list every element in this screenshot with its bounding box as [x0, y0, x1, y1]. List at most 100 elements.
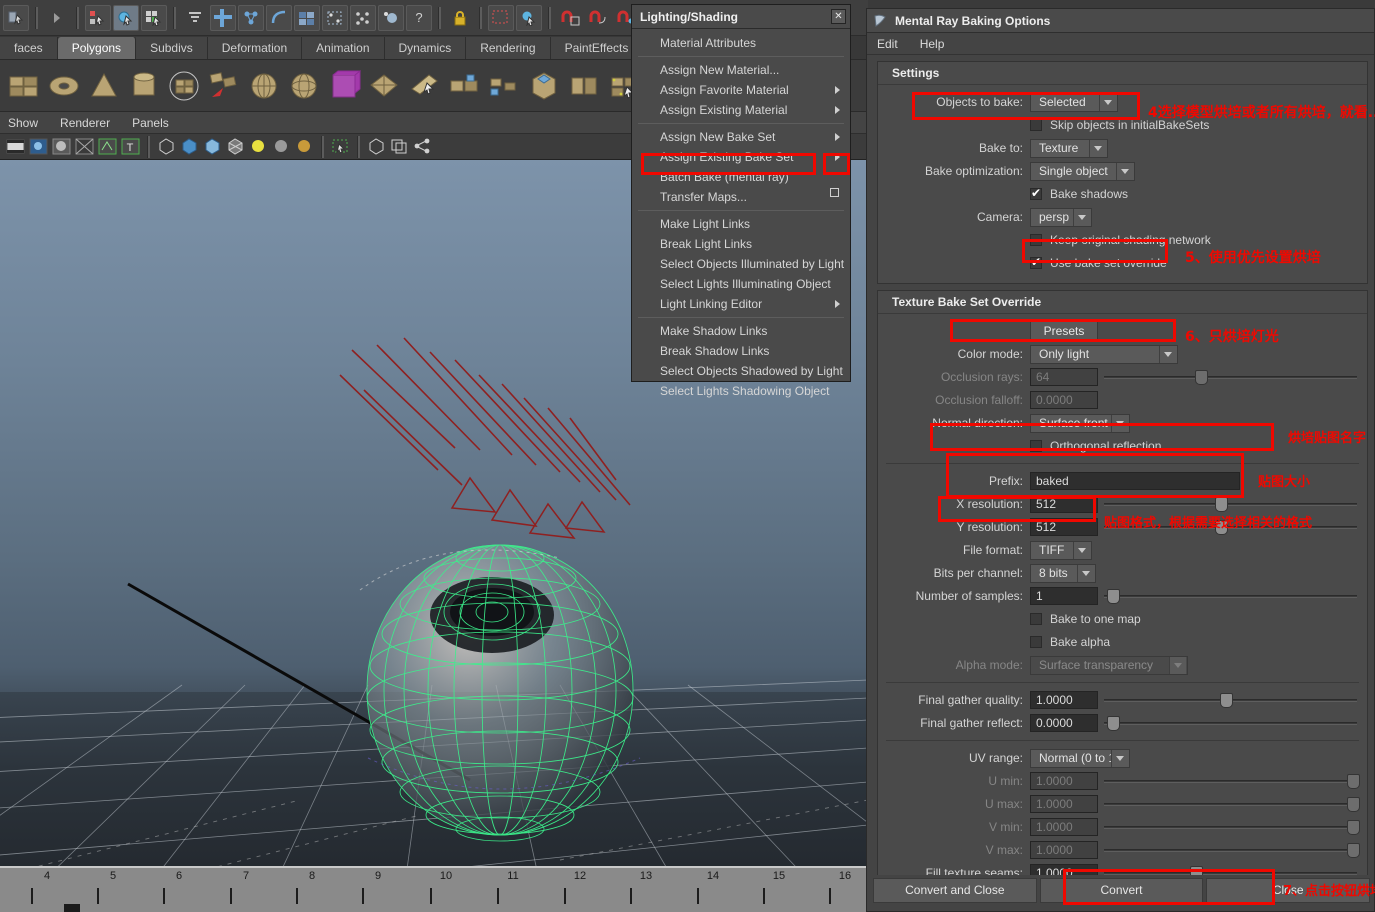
poly-torus-icon[interactable]: [47, 69, 81, 103]
text-overlay-icon[interactable]: T: [121, 137, 140, 156]
u-max-field[interactable]: 1.0000: [1030, 795, 1098, 813]
chevron-down-icon[interactable]: [1116, 163, 1133, 180]
snap-curve-icon[interactable]: [322, 5, 348, 31]
u-max-slider[interactable]: [1104, 796, 1357, 812]
menu-item-transfer-maps[interactable]: Transfer Maps...: [632, 187, 850, 207]
snap-point-icon[interactable]: [350, 5, 376, 31]
close-icon[interactable]: ✕: [831, 9, 846, 24]
share-node-icon[interactable]: [413, 137, 432, 156]
final-gather-reflect-slider[interactable]: [1104, 715, 1357, 731]
film-gate-icon[interactable]: [6, 137, 25, 156]
isolate-select-icon[interactable]: [367, 137, 386, 156]
chevron-down-icon[interactable]: [1099, 94, 1116, 111]
light-all-icon[interactable]: [295, 137, 314, 156]
normal-direction-dropdown[interactable]: Surface front: [1030, 414, 1130, 433]
poly-extrude-icon[interactable]: [367, 69, 401, 103]
panel-menu-show[interactable]: Show: [8, 116, 38, 130]
file-format-dropdown[interactable]: TIFF: [1030, 541, 1092, 560]
wireframe-on-shaded-icon[interactable]: [226, 137, 245, 156]
poly-bevel-icon[interactable]: [407, 69, 441, 103]
time-slider[interactable]: 4 5 6 7 8 9 10 11 12 13 14 15 16: [0, 866, 868, 912]
scale-tool-icon[interactable]: [266, 5, 292, 31]
move-tool-icon[interactable]: [210, 5, 236, 31]
v-max-slider[interactable]: [1104, 842, 1357, 858]
objects-to-bake-dropdown[interactable]: Selected: [1030, 93, 1118, 112]
menu-item-select-lights-shadowing[interactable]: Select Lights Shadowing Object: [632, 381, 850, 401]
bake-to-one-map-checkbox[interactable]: [1030, 613, 1042, 625]
poly-combine-icon[interactable]: [207, 69, 241, 103]
u-min-field[interactable]: 1.0000: [1030, 772, 1098, 790]
bake-optimization-dropdown[interactable]: Single object: [1030, 162, 1135, 181]
poly-merge-icon[interactable]: [447, 69, 481, 103]
chevron-down-icon[interactable]: [1111, 750, 1128, 767]
select-component-icon[interactable]: [141, 5, 167, 31]
mental-ray-baking-options-window[interactable]: Mental Ray Baking Options Edit Help Sett…: [866, 8, 1375, 912]
baking-options-scroll[interactable]: Settings Objects to bake: Selected Skip …: [867, 55, 1374, 875]
v-min-slider[interactable]: [1104, 819, 1357, 835]
v-min-field[interactable]: 1.0000: [1030, 818, 1098, 836]
v-max-field[interactable]: 1.0000: [1030, 841, 1098, 859]
fill-texture-seams-slider[interactable]: [1104, 865, 1357, 875]
shelf-tab-painteffects[interactable]: PaintEffects: [551, 37, 644, 59]
lock-icon[interactable]: [447, 5, 473, 31]
u-min-slider[interactable]: [1104, 773, 1357, 789]
xray-icon[interactable]: [98, 137, 117, 156]
bake-shadows-checkbox[interactable]: [1030, 188, 1042, 200]
poly-cube-icon[interactable]: [527, 69, 561, 103]
x-resolution-field[interactable]: 512: [1030, 495, 1098, 513]
presets-button[interactable]: Presets: [1030, 321, 1098, 341]
alpha-mode-dropdown[interactable]: Surface transparency: [1030, 656, 1188, 675]
magnet-grid-icon[interactable]: [557, 5, 583, 31]
poly-cone-icon[interactable]: [87, 69, 121, 103]
poly-sphere-smooth-icon[interactable]: [287, 69, 321, 103]
x-resolution-slider[interactable]: [1104, 496, 1357, 512]
poly-sphere-select-icon[interactable]: [167, 69, 201, 103]
orthogonal-reflection-checkbox[interactable]: [1030, 440, 1042, 452]
help-icon[interactable]: ?: [406, 5, 432, 31]
smooth-shading-icon[interactable]: [180, 137, 199, 156]
poly-cylinder-icon[interactable]: [127, 69, 161, 103]
bits-per-channel-dropdown[interactable]: 8 bits: [1030, 564, 1096, 583]
menu-item-material-attributes[interactable]: Material Attributes: [632, 33, 850, 53]
convert-button[interactable]: Convert: [1040, 878, 1204, 903]
poly-plane-icon[interactable]: [7, 69, 41, 103]
lighting-shading-items[interactable]: Material Attributes Assign New Material.…: [632, 29, 850, 381]
menu-item-light-linking-editor[interactable]: Light Linking Editor: [632, 294, 850, 314]
shelf-tab-polygons[interactable]: Polygons: [58, 37, 136, 59]
snap-grid-icon[interactable]: [294, 5, 320, 31]
select-mode-icon[interactable]: [3, 5, 29, 31]
panel-menu-panels[interactable]: Panels: [132, 116, 169, 130]
rotate-tool-icon[interactable]: [238, 5, 264, 31]
shelf-tab-dynamics[interactable]: Dynamics: [385, 37, 467, 59]
menu-item-assign-favorite-material[interactable]: Assign Favorite Material: [632, 80, 850, 100]
chevron-down-icon[interactable]: [1073, 542, 1090, 559]
menu-item-break-light-links[interactable]: Break Light Links: [632, 234, 850, 254]
select-hierarchy-icon[interactable]: [85, 5, 111, 31]
menu-item-select-lights-illuminating[interactable]: Select Lights Illuminating Object: [632, 274, 850, 294]
soft-select-icon[interactable]: [182, 5, 208, 31]
poly-boolean-icon[interactable]: [327, 69, 361, 103]
convert-and-close-button[interactable]: Convert and Close: [873, 878, 1037, 903]
chevron-down-icon[interactable]: [1073, 209, 1090, 226]
occlusion-rays-slider[interactable]: [1104, 369, 1357, 385]
magnet-curve-icon[interactable]: [585, 5, 611, 31]
menu-item-batch-bake-mental-ray[interactable]: Batch Bake (mental ray): [632, 167, 850, 187]
menu-item-assign-existing-bake-set[interactable]: Assign Existing Bake Set: [632, 147, 850, 167]
resolution-gate-icon[interactable]: [29, 137, 48, 156]
wireframe-shading-icon[interactable]: [157, 137, 176, 156]
film-gate2-icon[interactable]: [52, 137, 71, 156]
light-default-icon[interactable]: [249, 137, 268, 156]
snap-view-icon[interactable]: [378, 5, 404, 31]
poly-sphere-icon[interactable]: [247, 69, 281, 103]
final-gather-reflect-field[interactable]: 0.0000: [1030, 714, 1098, 732]
chevron-down-icon[interactable]: [1159, 346, 1176, 363]
final-gather-quality-slider[interactable]: [1104, 692, 1357, 708]
menu-item-assign-new-bake-set[interactable]: Assign New Bake Set: [632, 127, 850, 147]
color-mode-dropdown[interactable]: Only light: [1030, 345, 1178, 364]
menu-item-make-light-links[interactable]: Make Light Links: [632, 214, 850, 234]
y-resolution-field[interactable]: 512: [1030, 518, 1098, 536]
number-of-samples-slider[interactable]: [1104, 588, 1357, 604]
chevron-right-icon[interactable]: [44, 5, 70, 31]
select-object-icon[interactable]: [113, 5, 139, 31]
fill-texture-seams-field[interactable]: 1.0000: [1030, 864, 1098, 875]
